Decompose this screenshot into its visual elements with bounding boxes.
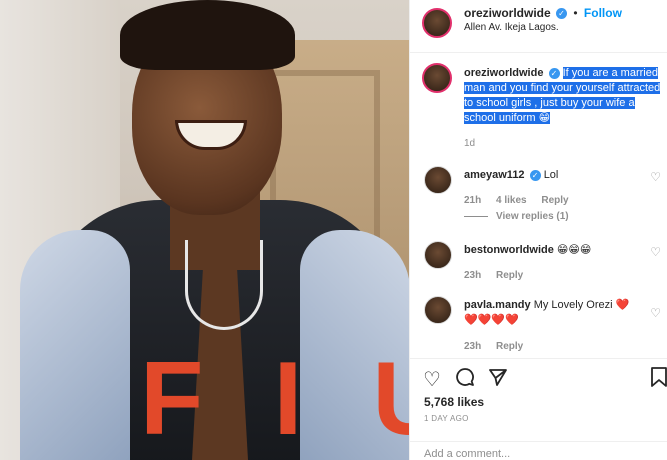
post-sidebar: oreziworldwide ✓ • Follow Allen Av. Ikej… (409, 0, 667, 460)
comment-text: My Lovely Orezi ❤️ (533, 299, 630, 311)
heart-icon[interactable]: ♡ (423, 367, 441, 392)
comment-input[interactable] (424, 448, 644, 460)
view-replies-label[interactable]: View replies (1) (496, 211, 569, 222)
add-comment-bar (410, 441, 667, 460)
heart-icon[interactable]: ♡ (650, 306, 661, 320)
replies-line (464, 215, 488, 217)
author-username[interactable]: oreziworldwide (464, 6, 551, 20)
author-avatar[interactable] (422, 8, 452, 38)
follow-button[interactable]: Follow (584, 6, 622, 20)
comment-age: 21h (464, 195, 482, 206)
comment-avatar[interactable] (424, 241, 452, 269)
comment-icon[interactable] (455, 367, 475, 393)
post-actions: ♡ 5,768 likes 1 DAY AGO (410, 358, 667, 460)
verified-icon: ✓ (548, 67, 560, 79)
bookmark-icon[interactable] (650, 367, 667, 393)
comment-text: 😁😁😁 (556, 244, 592, 256)
comment-meta: 23h Reply (464, 339, 664, 354)
reply-button[interactable]: Reply (496, 341, 523, 352)
comment-item: ameyaw112 ✓ Lol (464, 168, 664, 183)
comment-text-hearts: ❤️❤️❤️❤️ (464, 314, 519, 326)
caption-author-avatar[interactable] (422, 63, 452, 93)
comment-username[interactable]: pavla.mandy (464, 299, 531, 311)
comment-username[interactable]: ameyaw112 (464, 169, 525, 181)
comment-text: Lol (543, 169, 559, 181)
photo-hair (120, 0, 295, 70)
heart-icon[interactable]: ♡ (650, 170, 661, 184)
post-timestamp: 1 DAY AGO (424, 414, 469, 423)
post-location[interactable]: Allen Av. Ikeja Lagos. (464, 22, 559, 33)
caption-age: 1d (464, 138, 476, 149)
photo-sleeve-left (20, 230, 130, 460)
post-photo[interactable]: FIUN (0, 0, 409, 460)
separator-dot: • (573, 6, 578, 20)
comment-avatar[interactable] (424, 296, 452, 324)
share-icon[interactable] (488, 367, 508, 393)
reply-button[interactable]: Reply (541, 195, 568, 206)
comment-username[interactable]: bestonworldwide (464, 244, 554, 256)
verified-icon: ✓ (556, 8, 568, 20)
caption-author[interactable]: oreziworldwide (464, 67, 543, 79)
view-replies[interactable]: View replies (1) (464, 209, 664, 224)
jacket-letters: FIUN (140, 341, 409, 457)
comment-likes[interactable]: 4 likes (496, 195, 527, 206)
post-header: oreziworldwide ✓ • Follow Allen Av. Ikej… (410, 0, 667, 53)
post-caption: oreziworldwide ✓ If you are a married ma… (464, 66, 664, 126)
comment-avatar[interactable] (424, 166, 452, 194)
comment-item: bestonworldwide 😁😁😁 (464, 243, 664, 258)
post-author-row: oreziworldwide ✓ • Follow (464, 6, 622, 20)
reply-button[interactable]: Reply (496, 270, 523, 281)
heart-icon[interactable]: ♡ (650, 245, 661, 259)
comment-meta: 21h 4 likes Reply (464, 193, 664, 208)
comment-meta: 23h Reply (464, 268, 664, 283)
comment-age: 23h (464, 270, 482, 281)
verified-icon: ✓ (529, 169, 541, 181)
comment-item: pavla.mandy My Lovely Orezi ❤️ ❤️❤️❤️❤️ (464, 298, 664, 328)
photo-necklace (185, 240, 263, 330)
likes-count[interactable]: 5,768 likes (424, 395, 484, 409)
comment-age: 23h (464, 341, 482, 352)
